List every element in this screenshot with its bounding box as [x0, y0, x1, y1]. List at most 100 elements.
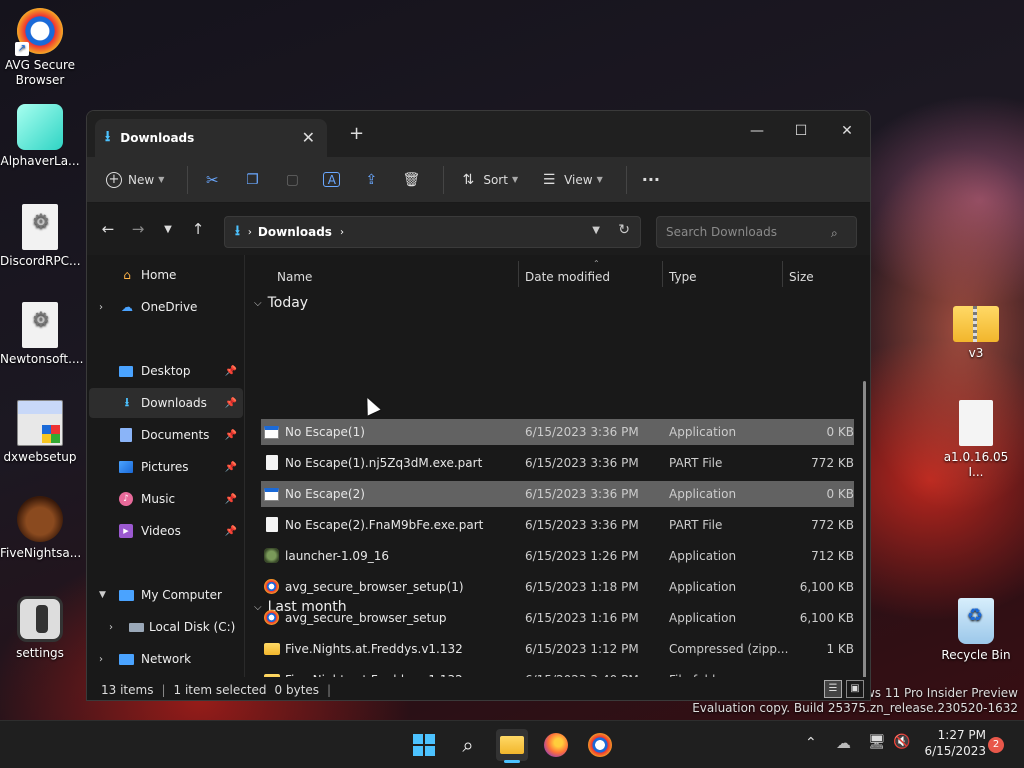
file-explorer-taskbar-button[interactable]	[496, 729, 528, 763]
maximize-icon[interactable]: ☐	[781, 117, 821, 145]
app-window-icon	[264, 426, 279, 439]
table-row[interactable]: avg_secure_browser_setup 6/15/2023 1:16 P…	[261, 605, 854, 631]
table-row[interactable]: Five.Nights.at.Freddys.v1.132 6/15/2023 1…	[261, 636, 854, 662]
up-arrow-icon[interactable]: ↑	[183, 220, 213, 238]
group-header-today[interactable]: ⌵ Today	[254, 295, 308, 311]
pin-icon[interactable]: 📌	[225, 398, 237, 409]
pin-icon[interactable]: 📌	[225, 366, 237, 377]
expand-chevron-icon[interactable]: ›	[99, 302, 103, 313]
show-hidden-icons-chevron[interactable]: ⌃	[805, 735, 817, 751]
breadcrumb-downloads[interactable]: Downloads	[258, 225, 332, 239]
pin-icon[interactable]: 📌	[225, 494, 237, 505]
refresh-icon[interactable]: ↻	[618, 222, 630, 238]
paste-button[interactable]: ▢	[276, 164, 308, 196]
active-indicator	[504, 760, 520, 763]
column-header-name[interactable]: Name	[277, 265, 312, 289]
recent-chevron-icon[interactable]: ▼	[153, 224, 183, 235]
address-bar[interactable]: ⭳ › Downloads › ▼ ↻	[224, 216, 641, 248]
close-tab-icon[interactable]: ✕	[302, 128, 315, 147]
pin-icon[interactable]: 📌	[225, 430, 237, 441]
back-arrow-icon[interactable]: ←	[93, 220, 123, 238]
desktop-icon-recycle-bin[interactable]: ♻ Recycle Bin	[936, 598, 1016, 663]
desktop-icon-a1016[interactable]: a1.0.16.05 I...	[936, 400, 1016, 480]
nav-pictures[interactable]: Pictures 📌	[89, 452, 243, 482]
clock[interactable]: 1:27 PM 6/15/2023	[920, 727, 986, 759]
nav-network[interactable]: › Network	[89, 644, 243, 674]
volume-muted-icon[interactable]: 🔇	[893, 734, 910, 750]
nav-onedrive[interactable]: › ☁ OneDrive	[89, 292, 243, 322]
file-size: 772 KB	[811, 518, 854, 532]
minimize-icon[interactable]: —	[737, 117, 777, 145]
desktop-icon-newtonsoft[interactable]: ⚙ Newtonsoft....	[0, 302, 83, 367]
nav-downloads[interactable]: ⭳ Downloads 📌	[89, 388, 243, 418]
vertical-scrollbar[interactable]	[863, 381, 866, 684]
copy-button[interactable]: ❐	[236, 164, 268, 196]
table-row[interactable]: No Escape(1) 6/15/2023 3:36 PM Application…	[261, 419, 854, 445]
table-row[interactable]: No Escape(2) 6/15/2023 3:36 PM Application…	[261, 481, 854, 507]
sort-button[interactable]: ⇅ Sort ▼	[452, 164, 525, 196]
column-divider[interactable]	[662, 261, 663, 287]
close-window-icon[interactable]: ✕	[827, 117, 867, 145]
search-input[interactable]	[656, 216, 857, 248]
file-date: 6/15/2023 1:18 PM	[525, 580, 639, 594]
pin-icon[interactable]: 📌	[225, 462, 237, 473]
desktop-icon-v3[interactable]: v3	[936, 306, 1016, 361]
taskbar: ⌕ ⌃ ☁ 🖥 🔇 1:27 PM 6/15/2023 2	[0, 720, 1024, 768]
onedrive-offline-icon[interactable]: ☁	[836, 734, 851, 752]
pin-icon[interactable]: 📌	[225, 526, 237, 537]
address-dropdown-icon[interactable]: ▼	[592, 225, 600, 236]
share-button[interactable]: ⇪	[355, 164, 387, 196]
column-divider[interactable]	[518, 261, 519, 287]
desktop-icon-alphaverla[interactable]: AlphaverLa...	[0, 104, 80, 169]
more-options-button[interactable]: ···	[635, 164, 667, 196]
desktop-icon-dxwebsetup[interactable]: dxwebsetup	[0, 400, 80, 465]
search-icon[interactable]: ⌕	[831, 226, 838, 241]
firefox-taskbar-button[interactable]	[540, 729, 572, 761]
details-view-icon[interactable]: ☰	[824, 680, 842, 698]
nav-my-computer[interactable]: ▼ My Computer	[89, 580, 243, 610]
rename-button[interactable]: A	[316, 164, 347, 196]
expand-chevron-icon[interactable]: ›	[99, 654, 103, 665]
column-divider[interactable]	[782, 261, 783, 287]
expand-chevron-icon[interactable]: ›	[109, 622, 113, 633]
collapse-chevron-icon[interactable]: ▼	[99, 590, 106, 600]
delete-button[interactable]: 🗑	[395, 164, 427, 196]
forward-arrow-icon[interactable]: →	[123, 220, 153, 238]
sort-arrows-icon: ⇅	[462, 171, 475, 188]
cut-button[interactable]: ✂	[196, 164, 228, 196]
table-row[interactable]: No Escape(1).nj5Zq3dM.exe.part 6/15/2023 …	[261, 450, 854, 476]
column-header-date[interactable]: Date modified	[525, 265, 610, 289]
avg-browser-taskbar-button[interactable]	[584, 729, 616, 761]
notification-badge[interactable]: 2	[988, 737, 1004, 753]
nav-videos[interactable]: ▶ Videos 📌	[89, 516, 243, 546]
view-button[interactable]: ☰ View ▼	[533, 164, 610, 196]
nav-music[interactable]: ♪ Music 📌	[89, 484, 243, 514]
nav-documents[interactable]: Documents 📌	[89, 420, 243, 450]
search-taskbar-button[interactable]: ⌕	[452, 729, 484, 761]
start-button[interactable]	[408, 729, 440, 761]
desktop-icon-discordrpc[interactable]: ⚙ DiscordRPC...	[0, 204, 81, 269]
nav-local-disk[interactable]: › Local Disk (C:)	[89, 612, 243, 642]
title-bar[interactable]: ⭳ Downloads ✕ + — ☐ ✕	[87, 111, 870, 157]
desktop-icon-avg-browser[interactable]: ↗ AVG Secure Browser	[0, 8, 80, 88]
status-bar: 13 items | 1 item selected 0 bytes | ☰ ▣	[87, 677, 870, 700]
command-bar: + New ▼ ✂ ❐ ▢ A ⇪ 🗑 ⇅ Sort ▼ ☰ View ▼ ··…	[87, 157, 870, 203]
new-tab-icon[interactable]: +	[349, 123, 364, 144]
column-header-type[interactable]: Type	[669, 265, 697, 289]
column-header-size[interactable]: Size	[789, 265, 814, 289]
nav-home[interactable]: ⌂ Home	[89, 260, 243, 290]
tab-downloads[interactable]: ⭳ Downloads ✕	[95, 119, 327, 157]
desktop-icon-settings[interactable]: settings	[0, 596, 80, 661]
file-type: Compressed (zipp...	[669, 642, 789, 656]
tiles-view-icon[interactable]: ▣	[846, 680, 864, 698]
table-row[interactable]: No Escape(2).FnaM9bFe.exe.part 6/15/2023 …	[261, 512, 854, 538]
new-button[interactable]: + New ▼	[99, 164, 171, 196]
table-row[interactable]: launcher-1.09_16 6/15/2023 1:26 PM Applica…	[261, 543, 854, 569]
plus-circle-icon: +	[106, 171, 122, 188]
table-row[interactable]: avg_secure_browser_setup(1) 6/15/2023 1:1…	[261, 574, 854, 600]
freddy-icon	[17, 496, 63, 542]
desktop-icon-fivenights[interactable]: FiveNightsa...	[0, 496, 81, 561]
network-status-icon[interactable]: 🖥	[868, 734, 886, 750]
file-date: 6/15/2023 3:36 PM	[525, 456, 639, 470]
nav-desktop[interactable]: Desktop 📌	[89, 356, 243, 386]
